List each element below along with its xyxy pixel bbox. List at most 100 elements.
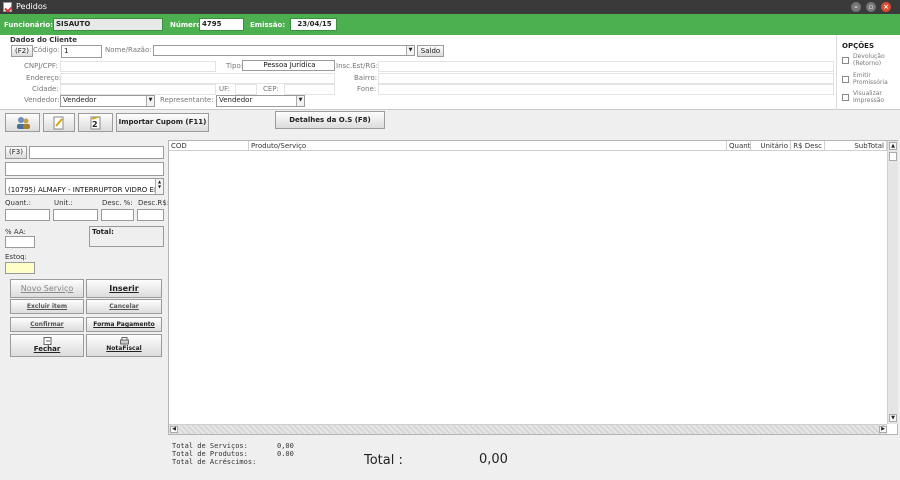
desc-rs-label: Desc.R$:	[138, 199, 170, 207]
cidade-field[interactable]	[60, 84, 216, 95]
desc-pct-label: Desc. %:	[102, 199, 133, 207]
chevron-down-icon: ▼	[296, 96, 304, 106]
endereco-label: Endereço:	[26, 74, 62, 82]
total-box: Total:	[89, 226, 164, 247]
minimize-button[interactable]: –	[851, 2, 861, 12]
representante-value: Vendedor	[219, 96, 253, 104]
quant-label: Quant.:	[5, 199, 32, 207]
vendedor-dropdown[interactable]: Vendedor ▼	[60, 95, 155, 107]
total-servicos-value: 0,00	[277, 442, 294, 450]
col-subtotal[interactable]: SubTotal	[825, 141, 887, 151]
close-button[interactable]: ×	[881, 2, 891, 12]
grand-total-label: Total :	[364, 453, 403, 468]
cep-label: CEP:	[263, 85, 279, 93]
codigo-field[interactable]: 1	[61, 45, 102, 58]
detalhes-os-button[interactable]: Detalhes da O.S (F8)	[275, 111, 385, 129]
total-servicos-label: Total de Serviços:	[172, 442, 248, 450]
confirmar-button[interactable]: Confirmar	[10, 317, 84, 332]
vertical-scroll-thumb[interactable]	[889, 152, 897, 161]
chevron-down-icon: ▼	[406, 46, 414, 55]
desc-pct-field[interactable]	[101, 209, 134, 221]
client-icon-button[interactable]	[5, 113, 40, 132]
scroll-up-icon[interactable]: ▲	[889, 142, 897, 150]
options-divider	[836, 35, 837, 110]
product-search-field[interactable]	[5, 162, 164, 176]
scroll-down-icon[interactable]: ▼	[889, 414, 897, 422]
insc-label: Insc.Est/RG:	[336, 62, 379, 70]
uf-field[interactable]	[235, 84, 257, 95]
col-unitario[interactable]: Unitário	[751, 141, 791, 151]
emissao-field[interactable]: 23/04/15	[290, 18, 337, 31]
product-selected-value: (10795) ALMAFY - INTERRUPTOR VIDRO EL	[8, 186, 158, 194]
importar-cupom-button[interactable]: Importar Cupom (F11)	[116, 113, 209, 132]
col-cod[interactable]: COD	[169, 141, 249, 151]
app-icon	[3, 2, 12, 12]
nota-fiscal-button[interactable]: NotaFiscal	[86, 334, 162, 357]
total-acrescimos-label: Total de Acréscimos:	[172, 458, 257, 466]
funcionario-field: SISAUTO	[53, 18, 163, 31]
novo-servico-button[interactable]: Novo Serviço	[10, 279, 84, 298]
options-title: OPÇÕES	[842, 42, 874, 50]
unit-field[interactable]	[53, 209, 98, 221]
numbered-button[interactable]: 2	[78, 113, 113, 132]
tipo-field[interactable]: Pessoa Jurídica	[242, 60, 335, 71]
endereco-field[interactable]	[60, 73, 335, 84]
items-grid[interactable]: COD Produto/Serviço Quant Unitário R$ De…	[168, 140, 898, 435]
printer-icon	[119, 337, 129, 345]
col-produto[interactable]: Produto/Serviço	[249, 141, 727, 151]
scroll-right-icon[interactable]: ▶	[879, 426, 887, 433]
chevron-down-icon: ▼	[146, 96, 154, 106]
uf-label: UF:	[219, 85, 230, 93]
fone-field[interactable]	[378, 84, 834, 95]
cep-field[interactable]	[284, 84, 335, 95]
codigo-label: Código:	[33, 46, 60, 54]
cancelar-button[interactable]: Cancelar	[86, 299, 162, 314]
users-icon	[16, 117, 30, 129]
bairro-field[interactable]	[378, 73, 834, 84]
devolucao-checkbox[interactable]	[842, 57, 849, 64]
total-label: Total:	[92, 228, 114, 236]
representante-dropdown[interactable]: Vendedor ▼	[216, 95, 305, 107]
promissoria-checkbox[interactable]	[842, 76, 849, 83]
product-select[interactable]: (10795) ALMAFY - INTERRUPTOR VIDRO EL ▲ ▼	[5, 178, 164, 195]
maximize-button[interactable]: ▫	[866, 2, 876, 12]
title-bar: Pedidos – ▫ ×	[0, 0, 900, 14]
fechar-label: Fechar	[33, 345, 61, 353]
fechar-button[interactable]: Fechar	[10, 334, 84, 357]
col-desc[interactable]: R$ Desc	[791, 141, 825, 151]
insc-field[interactable]	[378, 61, 834, 72]
window-title: Pedidos	[16, 2, 47, 11]
visualizar-checkbox[interactable]	[842, 94, 849, 101]
grid-header: COD Produto/Serviço Quant Unitário R$ De…	[169, 141, 887, 151]
f3-search-button[interactable]: (F3)	[5, 146, 27, 159]
cnpj-field[interactable]	[60, 61, 216, 72]
vertical-scrollbar[interactable]: ▲ ▼	[887, 141, 898, 424]
promissoria-label: Emitir Promissória	[853, 72, 888, 86]
note-edit-icon	[53, 116, 64, 130]
quant-field[interactable]	[5, 209, 50, 221]
estoq-label: Estoq:	[5, 253, 27, 261]
product-code-field[interactable]	[29, 146, 164, 159]
saldo-button[interactable]: Saldo	[417, 45, 444, 57]
total-produtos-value: 0.00	[277, 450, 294, 458]
desc-rs-field[interactable]	[137, 209, 164, 221]
scroll-left-icon[interactable]: ◀	[170, 426, 178, 433]
pct-aa-field[interactable]	[5, 236, 35, 248]
numbered-button-label: 2	[92, 120, 98, 129]
excluir-item-button[interactable]: Excluir item	[10, 299, 84, 314]
nome-dropdown[interactable]: ▼	[153, 45, 415, 56]
f2-search-button[interactable]: (F2)	[11, 45, 33, 57]
horizontal-scrollbar[interactable]: ◀ ▶	[169, 424, 887, 434]
forma-pagamento-button[interactable]: Forma Pagamento	[86, 317, 162, 332]
inserir-button[interactable]: Inserir	[86, 279, 162, 298]
col-quant[interactable]: Quant	[727, 141, 751, 151]
order-header-bar: Funcionário: SISAUTO Número: 4795 Emissã…	[0, 14, 900, 35]
visualizar-label: Visualizar Impressão	[853, 90, 885, 104]
cnpj-label: CNPJ/CPF:	[24, 62, 58, 70]
emissao-label: Emissão:	[250, 21, 286, 29]
nome-label: Nome/Razão:	[105, 46, 152, 54]
vendedor-value: Vendedor	[63, 96, 97, 104]
numero-field[interactable]: 4795	[199, 18, 244, 31]
edit-button[interactable]	[43, 113, 75, 132]
scroll-arrows-icon[interactable]: ▲ ▼	[155, 179, 163, 194]
